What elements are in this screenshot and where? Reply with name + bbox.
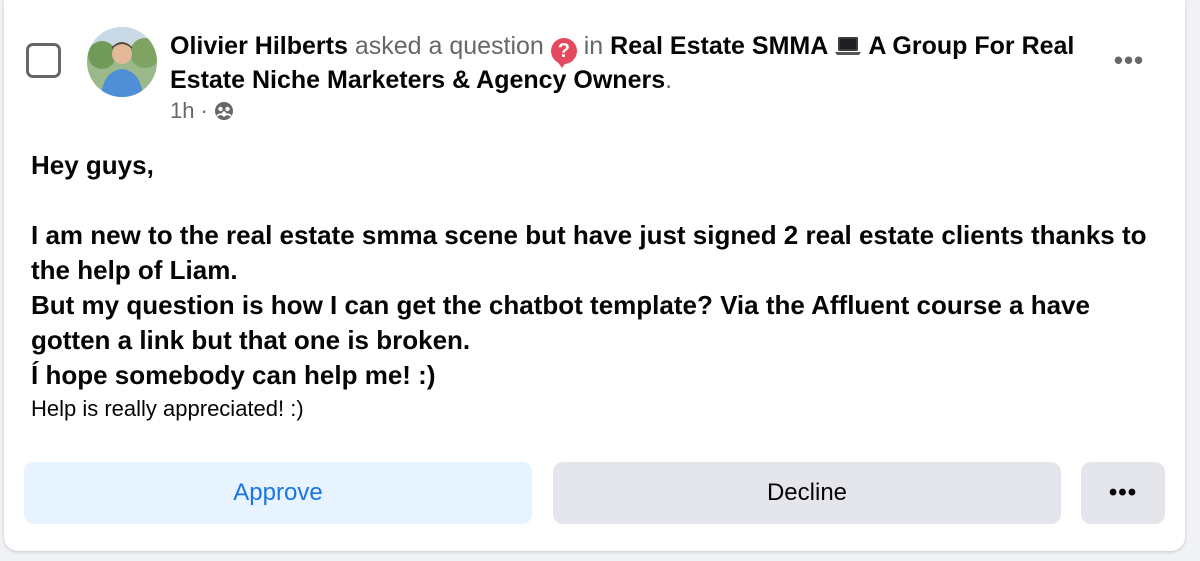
post-action: asked a question — [354, 32, 544, 60]
header-period: . — [665, 66, 673, 94]
people-group-icon — [214, 102, 233, 120]
meta-separator: · — [200, 98, 208, 123]
body-line-2: But my question is how I can get the cha… — [31, 290, 1090, 355]
post-time[interactable]: 1h — [170, 98, 194, 124]
decline-button[interactable]: Decline — [553, 462, 1061, 524]
avatar-photo — [87, 27, 157, 97]
author-avatar[interactable] — [87, 27, 157, 97]
question-icon: ? — [550, 38, 577, 68]
body-line-4: Help is really appreciated! :) — [31, 396, 304, 421]
laptop-icon — [835, 37, 862, 55]
approve-button[interactable]: Approve — [24, 462, 532, 524]
body-line-3: Í hope somebody can help me! :) — [31, 360, 436, 390]
body-greeting: Hey guys, — [31, 150, 154, 180]
body-line-1: I am new to the real estate smma scene b… — [31, 220, 1147, 285]
pending-post-card: Olivier Hilberts asked a question ? in R… — [4, 0, 1185, 551]
group-name-part1: Real Estate SMMA — [610, 32, 828, 60]
author-name[interactable]: Olivier Hilberts — [170, 32, 348, 60]
in-word: in — [583, 32, 604, 60]
post-meta: 1h · — [170, 98, 234, 124]
post-header: Olivier Hilberts asked a question ? in R… — [170, 30, 1090, 97]
post-body: Hey guys, I am new to the real estate sm… — [31, 148, 1161, 425]
post-options-button[interactable]: ••• — [1109, 45, 1149, 75]
more-actions-button[interactable]: ••• — [1081, 462, 1165, 524]
select-post-checkbox[interactable] — [26, 43, 61, 78]
